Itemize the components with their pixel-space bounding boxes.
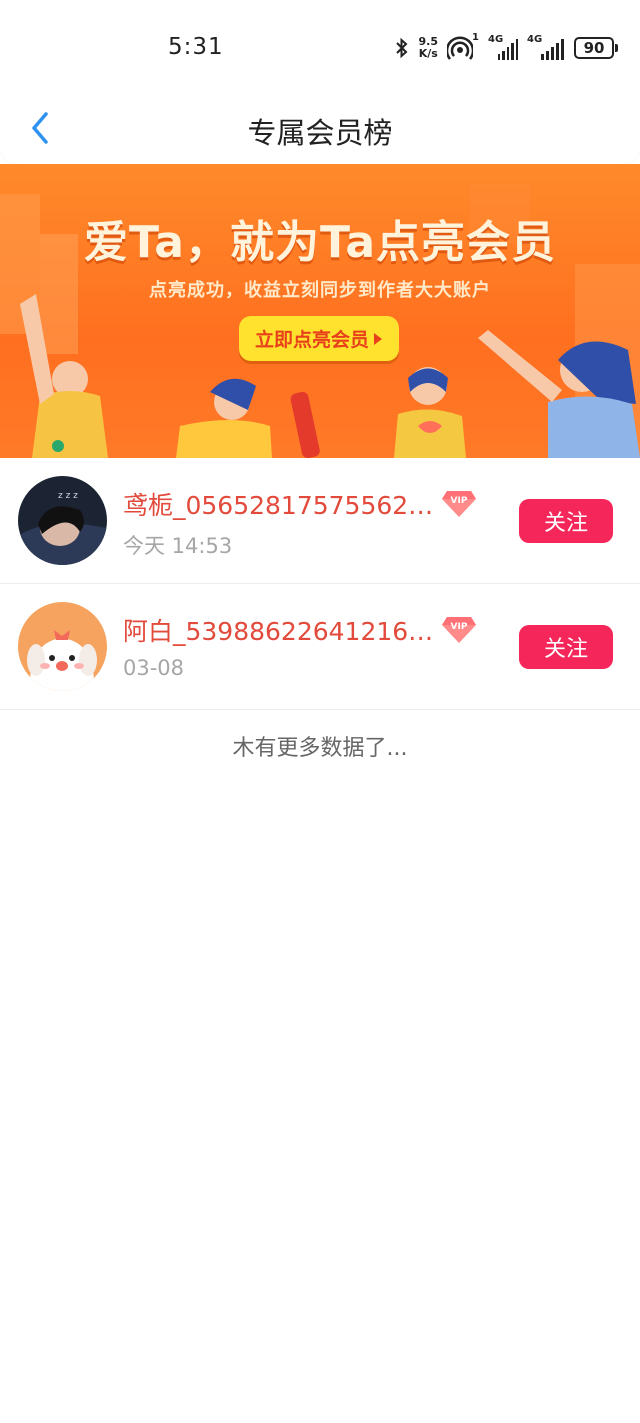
- vip-diamond-icon: VIP: [442, 491, 477, 517]
- status-bar: 5:31 9.5 K/s 1 4G 4G 90: [0, 0, 640, 96]
- bluetooth-icon: [395, 37, 407, 59]
- member-name[interactable]: 阿白_53988622641216…: [123, 612, 433, 648]
- sim1-network-label: 4G: [488, 34, 504, 45]
- list-item[interactable]: 阿白_53988622641216… VIP 03-08 关注: [0, 584, 640, 710]
- cartoon-dog-avatar-image: [18, 602, 107, 691]
- hotspot-count: 1: [472, 32, 479, 43]
- network-speed-unit: K/s: [418, 47, 438, 60]
- vip-diamond-icon: VIP: [442, 617, 477, 643]
- member-list: z z z 鸢栀_05652817575562… VIP 今天 14:53 关注: [0, 458, 640, 710]
- hotspot-icon: 1: [445, 32, 479, 61]
- member-time: 今天 14:53: [123, 534, 233, 558]
- banner-headline: 爱Ta，就为Ta点亮会员: [83, 217, 557, 268]
- light-up-member-label: 立即点亮会员: [254, 329, 369, 351]
- promo-banner[interactable]: 爱Ta，就为Ta点亮会员 点亮成功，收益立刻同步到作者大大账户 立即点亮会员: [0, 164, 640, 458]
- banner-subtitle: 点亮成功，收益立刻同步到作者大大账户: [149, 280, 491, 301]
- network-speed: 9.5 K/s: [419, 36, 439, 60]
- light-up-member-button[interactable]: 立即点亮会员: [239, 316, 399, 361]
- vip-badge-text: VIP: [451, 496, 468, 506]
- play-arrow-icon: [374, 332, 382, 345]
- signal-sim2-icon: 4G: [527, 34, 565, 60]
- no-more-data-text: 木有更多数据了...: [232, 736, 408, 761]
- svg-text:z z z: z z z: [58, 491, 78, 501]
- battery-level: 90: [583, 39, 605, 57]
- follow-button[interactable]: 关注: [519, 625, 613, 669]
- sleeping-person-avatar-image: z z z: [18, 476, 107, 565]
- battery-icon: 90: [574, 37, 618, 59]
- list-item[interactable]: z z z 鸢栀_05652817575562… VIP 今天 14:53 关注: [0, 458, 640, 584]
- avatar[interactable]: z z z: [18, 476, 107, 565]
- follow-button[interactable]: 关注: [519, 499, 613, 543]
- nav-bar: 专属会员榜: [0, 96, 640, 164]
- status-time: 5:31: [168, 34, 224, 60]
- avatar[interactable]: [18, 602, 107, 691]
- page-title: 专属会员榜: [247, 116, 393, 150]
- status-icons: 9.5 K/s 1 4G 4G 90: [394, 32, 618, 64]
- sim2-network-label: 4G: [527, 34, 543, 45]
- signal-sim1-icon: 4G: [488, 34, 519, 60]
- member-name[interactable]: 鸢栀_05652817575562…: [123, 486, 433, 522]
- member-time: 03-08: [123, 656, 185, 680]
- vip-badge-text: VIP: [451, 622, 468, 632]
